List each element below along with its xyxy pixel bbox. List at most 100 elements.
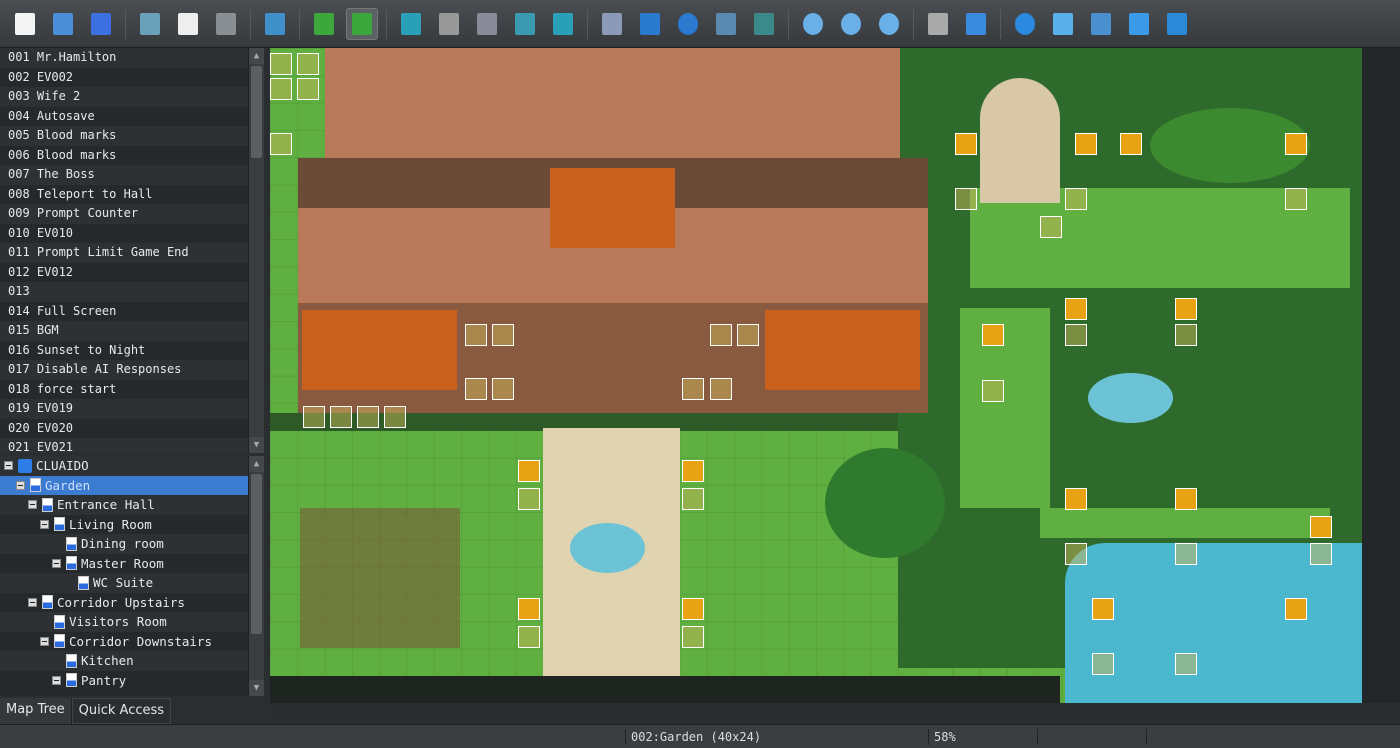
tree-item-map[interactable]: Corridor Downstairs	[0, 632, 264, 652]
event-list-item[interactable]: 018 force start	[0, 380, 264, 400]
event-list-item[interactable]: 020 EV020	[0, 419, 264, 439]
event-list-item[interactable]: 010 EV010	[0, 224, 264, 244]
new-project-button[interactable]	[9, 8, 41, 40]
map-event-marker[interactable]	[1092, 653, 1114, 675]
event-list-item[interactable]: 016 Sunset to Night	[0, 341, 264, 361]
event-list-item[interactable]: 007 The Boss	[0, 165, 264, 185]
database-button[interactable]	[922, 8, 954, 40]
event-mode-button[interactable]	[346, 7, 378, 40]
map-event-marker[interactable]	[682, 626, 704, 648]
map-event-marker[interactable]	[1065, 488, 1087, 510]
tab-map-tree[interactable]: Map Tree	[0, 698, 72, 724]
map-event-marker[interactable]	[303, 406, 325, 428]
layer-2-button[interactable]	[471, 8, 503, 40]
map-event-marker[interactable]	[492, 324, 514, 346]
map-event-marker[interactable]	[682, 378, 704, 400]
map-event-marker[interactable]	[270, 53, 292, 75]
map-event-marker[interactable]	[682, 488, 704, 510]
map-event-marker[interactable]	[710, 378, 732, 400]
map-event-marker[interactable]	[982, 380, 1004, 402]
event-list-item[interactable]: 006 Blood marks	[0, 146, 264, 166]
map-event-marker[interactable]	[982, 324, 1004, 346]
open-project-button[interactable]	[47, 8, 79, 40]
layer-3-button[interactable]	[509, 8, 541, 40]
map-event-marker[interactable]	[1120, 133, 1142, 155]
plugin-manager-button[interactable]	[960, 8, 992, 40]
scroll-up-arrow[interactable]: ▲	[249, 456, 264, 472]
event-list-item[interactable]: 013	[0, 282, 264, 302]
map-canvas[interactable]	[270, 48, 1362, 703]
map-event-marker[interactable]	[518, 598, 540, 620]
collapse-toggle[interactable]	[52, 558, 61, 568]
ellipse-button[interactable]	[672, 8, 704, 40]
map-event-marker[interactable]	[1065, 298, 1087, 320]
tree-item-map[interactable]: Garden	[0, 475, 264, 495]
save-project-button[interactable]	[85, 8, 117, 40]
map-event-marker[interactable]	[518, 626, 540, 648]
map-event-marker[interactable]	[1075, 133, 1097, 155]
map-event-marker[interactable]	[270, 78, 292, 100]
event-list-item[interactable]: 004 Autosave	[0, 107, 264, 127]
map-event-marker[interactable]	[1310, 516, 1332, 538]
zoom-out-button[interactable]	[835, 8, 867, 40]
tree-item-map[interactable]: Kitchen	[0, 651, 264, 671]
tree-item-map[interactable]: Entrance Hall	[0, 495, 264, 515]
map-event-marker[interactable]	[1092, 598, 1114, 620]
tree-item-map[interactable]: Dining room	[0, 534, 264, 554]
event-list-item[interactable]: 021 EV021	[0, 438, 264, 453]
rectangle-button[interactable]	[634, 8, 666, 40]
event-list-item[interactable]: 001 Mr.Hamilton	[0, 48, 264, 68]
event-list-scrollbar[interactable]: ▲ ▼	[248, 48, 264, 453]
event-list-item[interactable]: 008 Teleport to Hall	[0, 185, 264, 205]
event-list-item[interactable]: 009 Prompt Counter	[0, 204, 264, 224]
event-list-item[interactable]: 012 EV012	[0, 263, 264, 283]
zoom-in-button[interactable]	[797, 8, 829, 40]
character-generator-button[interactable]	[1123, 8, 1155, 40]
event-list-item[interactable]: 003 Wife 2	[0, 87, 264, 107]
layer-4-button[interactable]	[547, 8, 579, 40]
map-event-marker[interactable]	[297, 53, 319, 75]
map-tree-scrollbar[interactable]: ▲ ▼	[248, 456, 264, 696]
collapse-toggle[interactable]	[52, 675, 61, 685]
map-event-marker[interactable]	[682, 460, 704, 482]
tree-item-map[interactable]: Visitors Room	[0, 612, 264, 632]
layer-auto-button[interactable]	[395, 8, 427, 40]
map-event-marker[interactable]	[465, 324, 487, 346]
layer-1-button[interactable]	[433, 8, 465, 40]
playtest-button[interactable]	[1161, 8, 1193, 40]
map-event-marker[interactable]	[1285, 598, 1307, 620]
tab-quick-access[interactable]: Quick Access	[71, 698, 172, 724]
scroll-thumb[interactable]	[251, 66, 262, 158]
map-event-marker[interactable]	[737, 324, 759, 346]
map-event-marker[interactable]	[297, 78, 319, 100]
cut-button[interactable]	[134, 8, 166, 40]
map-scrollbar-vertical[interactable]	[1362, 48, 1400, 703]
map-event-marker[interactable]	[1065, 543, 1087, 565]
event-list-item[interactable]: 014 Full Screen	[0, 302, 264, 322]
map-event-marker[interactable]	[1175, 488, 1197, 510]
collapse-toggle[interactable]	[4, 461, 13, 471]
collapse-toggle[interactable]	[40, 519, 49, 529]
tree-item-map[interactable]: WC Suite	[0, 573, 264, 593]
undo-button[interactable]	[259, 8, 291, 40]
tree-item-map[interactable]: Corridor Upstairs	[0, 593, 264, 613]
pencil-button[interactable]	[596, 8, 628, 40]
event-list-item[interactable]: 005 Blood marks	[0, 126, 264, 146]
collapse-toggle[interactable]	[40, 636, 49, 646]
map-mode-button[interactable]	[308, 8, 340, 40]
event-list-item[interactable]: 002 EV002	[0, 68, 264, 88]
map-event-marker[interactable]	[1065, 188, 1087, 210]
event-list-item[interactable]: 019 EV019	[0, 399, 264, 419]
map-event-marker[interactable]	[270, 133, 292, 155]
flood-fill-button[interactable]	[710, 8, 742, 40]
map-event-marker[interactable]	[1175, 324, 1197, 346]
map-event-marker[interactable]	[384, 406, 406, 428]
map-event-marker[interactable]	[330, 406, 352, 428]
map-event-marker[interactable]	[1065, 324, 1087, 346]
scroll-thumb[interactable]	[251, 474, 262, 634]
event-searcher-button[interactable]	[1047, 8, 1079, 40]
tree-item-map[interactable]: Pantry	[0, 671, 264, 691]
map-event-marker[interactable]	[1175, 653, 1197, 675]
scroll-down-arrow[interactable]: ▼	[249, 680, 264, 696]
map-event-marker[interactable]	[518, 488, 540, 510]
